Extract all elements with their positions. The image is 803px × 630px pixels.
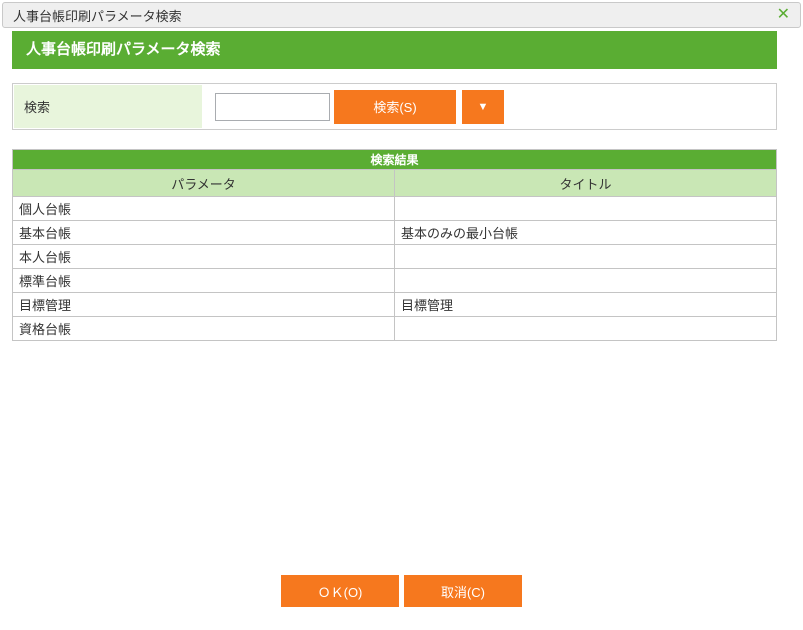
- param-cell[interactable]: 個人台帳: [12, 196, 395, 221]
- results-title: 検索結果: [12, 149, 777, 170]
- search-button[interactable]: 検索(S): [334, 89, 456, 124]
- dialog-titlebar: 人事台帳印刷パラメータ検索 ✕: [2, 2, 801, 28]
- dialog-content: 人事台帳印刷パラメータ検索 検索 検索(S) ▼ 検索結果 パラメータ タイトル…: [12, 31, 777, 341]
- results-table: 検索結果 パラメータ タイトル 個人台帳 基本台帳 基本のみの最小台帳 本人台帳…: [12, 149, 777, 341]
- chevron-down-icon: ▼: [477, 100, 489, 113]
- footer-actions: ＯＫ(O) 取消(C): [0, 575, 803, 607]
- param-cell[interactable]: 目標管理: [12, 292, 395, 317]
- table-row[interactable]: 資格台帳: [12, 316, 777, 341]
- column-header-title: タイトル: [394, 169, 777, 197]
- search-label: 検索: [14, 85, 202, 128]
- title-cell[interactable]: [394, 244, 777, 269]
- title-cell[interactable]: [394, 268, 777, 293]
- ok-button[interactable]: ＯＫ(O): [281, 575, 399, 607]
- dialog-title: 人事台帳印刷パラメータ検索: [13, 8, 182, 24]
- table-row[interactable]: 目標管理 目標管理: [12, 292, 777, 317]
- search-input[interactable]: [215, 92, 330, 121]
- param-cell[interactable]: 本人台帳: [12, 244, 395, 269]
- param-cell[interactable]: 資格台帳: [12, 316, 395, 341]
- table-row[interactable]: 本人台帳: [12, 244, 777, 269]
- search-dropdown-button[interactable]: ▼: [462, 89, 504, 124]
- title-cell[interactable]: [394, 196, 777, 221]
- table-row[interactable]: 個人台帳: [12, 196, 777, 221]
- cancel-button[interactable]: 取消(C): [404, 575, 522, 607]
- table-row[interactable]: 基本台帳 基本のみの最小台帳: [12, 220, 777, 245]
- title-cell[interactable]: [394, 316, 777, 341]
- title-cell[interactable]: 基本のみの最小台帳: [394, 220, 777, 245]
- page-title: 人事台帳印刷パラメータ検索: [12, 31, 777, 69]
- search-panel: 検索 検索(S) ▼: [12, 83, 777, 130]
- title-cell[interactable]: 目標管理: [394, 292, 777, 317]
- close-icon[interactable]: ✕: [777, 7, 790, 23]
- param-cell[interactable]: 標準台帳: [12, 268, 395, 293]
- param-cell[interactable]: 基本台帳: [12, 220, 395, 245]
- table-row[interactable]: 標準台帳: [12, 268, 777, 293]
- column-header-parameter: パラメータ: [12, 169, 395, 197]
